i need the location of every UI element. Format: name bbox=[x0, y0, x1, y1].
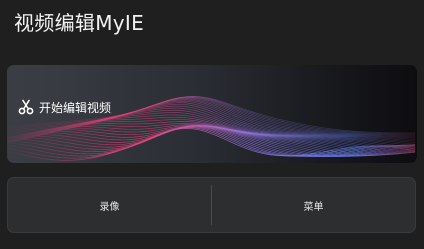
record-button[interactable]: 录像 bbox=[8, 178, 211, 232]
menu-button[interactable]: 菜单 bbox=[212, 178, 415, 232]
action-bar: 录像 菜单 bbox=[7, 177, 416, 233]
app-root: 视频编辑MyIE 开始编辑视频 录像 菜单 bbox=[0, 0, 424, 249]
start-editing-card[interactable]: 开始编辑视频 bbox=[7, 65, 417, 163]
start-editing-label-group: 开始编辑视频 bbox=[18, 97, 111, 117]
scissors-icon bbox=[18, 99, 34, 115]
page-title: 视频编辑MyIE bbox=[14, 11, 145, 35]
start-editing-label: 开始编辑视频 bbox=[39, 100, 112, 115]
